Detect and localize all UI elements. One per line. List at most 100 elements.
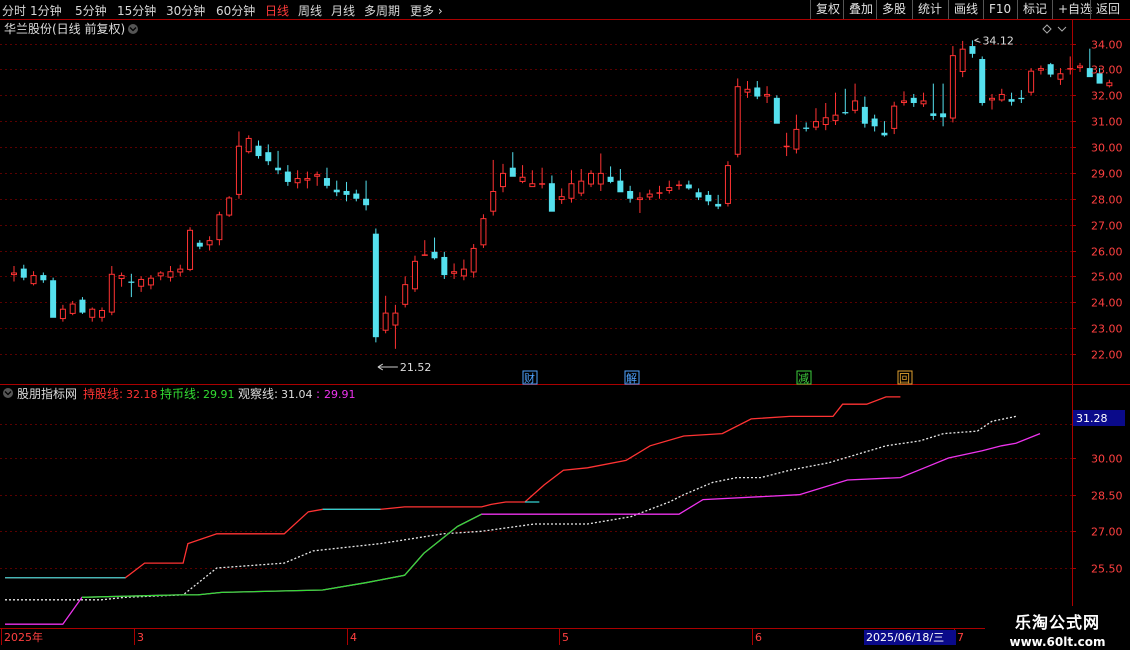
candle bbox=[50, 277, 57, 318]
candle-body bbox=[910, 97, 917, 104]
candle-body bbox=[392, 312, 399, 326]
candle bbox=[861, 96, 868, 128]
candle-body bbox=[99, 310, 106, 318]
indicator-item-value: 31.04 bbox=[281, 388, 313, 401]
price-tick-label: 23.00 bbox=[1091, 323, 1123, 336]
candle bbox=[979, 56, 986, 106]
candle-body bbox=[1047, 64, 1054, 75]
candle-body bbox=[59, 308, 66, 320]
candle-body bbox=[940, 113, 947, 118]
candle bbox=[881, 121, 888, 137]
candle-body bbox=[500, 172, 506, 188]
candle-body bbox=[284, 171, 291, 182]
candle bbox=[333, 180, 340, 197]
diamond-icon bbox=[1042, 24, 1052, 34]
candle-body bbox=[617, 180, 624, 193]
candle-body bbox=[607, 176, 614, 182]
candle-body bbox=[989, 97, 995, 101]
candle bbox=[695, 188, 702, 201]
candle bbox=[118, 272, 125, 287]
candle bbox=[666, 180, 673, 194]
title-dropdown-icon[interactable] bbox=[128, 24, 138, 34]
candle-body bbox=[597, 172, 604, 185]
candle-body bbox=[656, 192, 663, 194]
price-tick-label: 31.00 bbox=[1091, 116, 1123, 129]
money-line-green-segment bbox=[81, 513, 482, 598]
x-axis-label: 2025年 bbox=[4, 630, 43, 644]
candle-body bbox=[666, 187, 673, 191]
candle bbox=[147, 275, 154, 290]
candle bbox=[734, 78, 741, 158]
candle-body bbox=[411, 260, 418, 290]
candle-body bbox=[558, 196, 565, 201]
candle bbox=[998, 88, 1005, 102]
candle bbox=[588, 170, 595, 188]
high-marker-label: 34.12 bbox=[982, 34, 1014, 47]
candle-body bbox=[11, 272, 17, 276]
candle-body bbox=[578, 180, 585, 194]
candle bbox=[421, 240, 428, 256]
candle bbox=[372, 228, 379, 343]
candle-body bbox=[715, 203, 722, 207]
candle bbox=[705, 190, 712, 206]
indicator-tick-label: 27.00 bbox=[1091, 526, 1123, 539]
candle-body bbox=[216, 214, 223, 241]
event-label: 解 bbox=[626, 371, 637, 385]
x-axis-label: 6 bbox=[755, 631, 762, 644]
event-label: 回 bbox=[899, 372, 910, 385]
candle-body bbox=[363, 198, 370, 206]
indicator-tick-label: 30.00 bbox=[1091, 453, 1123, 466]
candle-body bbox=[138, 278, 145, 287]
candle bbox=[490, 159, 497, 216]
candle-body bbox=[275, 167, 282, 171]
candle-body bbox=[793, 128, 800, 150]
candle-body bbox=[187, 229, 194, 270]
candle-body bbox=[441, 256, 448, 276]
event-marker-0[interactable]: 财 bbox=[522, 370, 538, 385]
indicator-dropdown-icon[interactable] bbox=[3, 388, 13, 398]
candle-body bbox=[79, 299, 86, 313]
chart-labels: 34.12 21.52 财 解 减 回 华兰股份(日线 前复权) 股朋指标网 持股线: 32.18… bbox=[3, 21, 1067, 401]
brand-name: 乐淘公式网 bbox=[1014, 613, 1100, 632]
candle bbox=[539, 167, 546, 189]
candle-body bbox=[451, 271, 458, 274]
candle-body bbox=[803, 127, 810, 129]
candle bbox=[1057, 68, 1064, 85]
candle bbox=[392, 304, 399, 349]
candle-body bbox=[167, 271, 174, 278]
candle-body bbox=[695, 192, 702, 198]
candle-body bbox=[108, 273, 115, 313]
x-axis-label: 7 bbox=[957, 631, 964, 644]
candle bbox=[832, 92, 839, 126]
candle-body bbox=[421, 254, 428, 256]
candle-body bbox=[245, 137, 252, 153]
candle-body bbox=[949, 55, 956, 119]
candle-body bbox=[998, 93, 1005, 101]
candle bbox=[959, 40, 966, 78]
candle bbox=[11, 266, 17, 282]
candle-body bbox=[832, 114, 839, 122]
indicator-item-value: 29.91 bbox=[324, 388, 356, 401]
candle-body bbox=[343, 190, 350, 195]
event-marker-2[interactable]: 减 bbox=[796, 370, 812, 385]
candle bbox=[1077, 62, 1084, 72]
candle-body bbox=[685, 184, 692, 189]
event-marker-3[interactable]: 回 bbox=[897, 370, 913, 385]
candle-body bbox=[1077, 65, 1084, 69]
candle-body bbox=[705, 194, 712, 202]
candle-body bbox=[891, 105, 898, 129]
candle-body bbox=[157, 272, 164, 277]
candle bbox=[1028, 68, 1035, 96]
candle-body bbox=[773, 97, 780, 124]
candle bbox=[646, 189, 653, 201]
candle-body bbox=[235, 145, 242, 195]
candle bbox=[1037, 65, 1044, 75]
watch-line bbox=[5, 415, 1017, 601]
candle bbox=[940, 83, 947, 127]
candle-body bbox=[177, 268, 184, 273]
price-tick-label: 26.00 bbox=[1091, 246, 1123, 259]
candle-body bbox=[128, 281, 135, 283]
candle bbox=[773, 95, 780, 124]
candle-body bbox=[724, 165, 731, 204]
event-marker-1[interactable]: 解 bbox=[624, 370, 640, 385]
